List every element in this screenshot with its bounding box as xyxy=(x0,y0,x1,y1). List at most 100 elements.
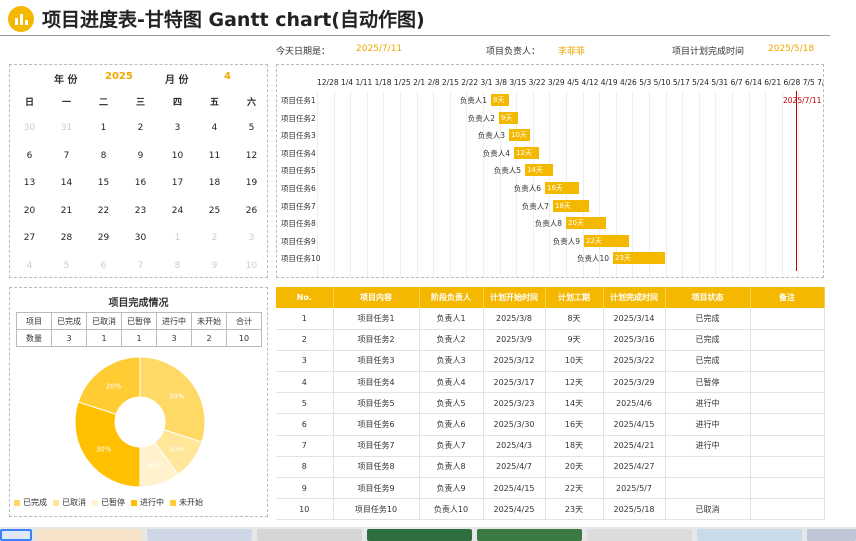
table-cell[interactable]: 7 xyxy=(276,435,334,457)
deadline-value[interactable]: 2025/5/18 xyxy=(768,44,814,54)
table-cell[interactable]: 5 xyxy=(276,392,334,415)
calendar-day[interactable]: 5 xyxy=(233,123,270,133)
table-cell[interactable]: 2025/3/12 xyxy=(483,350,546,373)
calendar-day[interactable]: 19 xyxy=(233,178,270,188)
table-cell[interactable]: 10天 xyxy=(545,350,604,373)
table-cell[interactable]: 20天 xyxy=(545,456,604,479)
table-row[interactable]: 1 项目任务1 负责人1 2025/3/8 8天 2025/3/14 已完成 xyxy=(276,308,825,330)
calendar-day[interactable]: 7 xyxy=(122,261,159,271)
calendar-day[interactable]: 24 xyxy=(159,206,196,216)
table-cell[interactable]: 负责人6 xyxy=(419,413,484,436)
owner-value[interactable]: 李菲菲 xyxy=(558,44,585,57)
sheet-thumbnail[interactable] xyxy=(0,529,32,541)
gantt-bar[interactable]: 22天 xyxy=(584,234,629,247)
table-cell[interactable]: 负责人3 xyxy=(419,350,484,373)
table-row[interactable]: 7 项目任务7 负责人7 2025/4/3 18天 2025/4/21 进行中 xyxy=(276,435,825,457)
table-cell[interactable]: 进行中 xyxy=(665,392,751,415)
calendar-day[interactable]: 12 xyxy=(233,151,270,161)
calendar-day[interactable]: 6 xyxy=(85,261,122,271)
table-header-cell[interactable]: 计划工期 xyxy=(545,287,604,308)
calendar-day[interactable]: 20 xyxy=(11,206,48,216)
gantt-bar[interactable]: 12天 xyxy=(514,146,539,159)
table-cell[interactable] xyxy=(750,392,825,415)
table-cell[interactable]: 项目任务6 xyxy=(333,413,420,436)
table-cell[interactable]: 负责人5 xyxy=(419,392,484,415)
calendar-day[interactable]: 18 xyxy=(196,178,233,188)
year-value[interactable]: 2025 xyxy=(105,71,133,82)
table-cell[interactable]: 项目任务2 xyxy=(333,329,420,351)
calendar-day[interactable]: 4 xyxy=(196,123,233,133)
table-cell[interactable] xyxy=(750,308,825,330)
table-cell[interactable]: 2025/3/29 xyxy=(603,371,666,394)
table-cell[interactable]: 项目任务1 xyxy=(333,308,420,330)
sheet-thumbnail[interactable] xyxy=(367,529,472,541)
table-cell[interactable] xyxy=(750,350,825,373)
table-cell[interactable]: 2025/4/21 xyxy=(603,435,666,457)
today-value[interactable]: 2025/7/11 xyxy=(356,44,402,54)
calendar-day[interactable]: 7 xyxy=(48,151,85,161)
gantt-bar[interactable]: 8天 xyxy=(491,94,509,106)
calendar-day[interactable]: 25 xyxy=(196,206,233,216)
calendar-day[interactable]: 3 xyxy=(233,233,270,243)
calendar-day[interactable]: 1 xyxy=(85,123,122,133)
table-cell[interactable]: 18天 xyxy=(545,435,604,457)
calendar-day[interactable]: 3 xyxy=(159,123,196,133)
table-cell[interactable]: 项目任务8 xyxy=(333,456,420,479)
table-cell[interactable]: 2025/3/30 xyxy=(483,413,546,436)
table-cell[interactable]: 2025/4/3 xyxy=(483,435,546,457)
gantt-bar[interactable]: 9天 xyxy=(499,111,518,124)
table-cell[interactable]: 23天 xyxy=(545,498,604,521)
table-row[interactable]: 6 项目任务6 负责人6 2025/3/30 16天 2025/4/15 进行中 xyxy=(276,413,825,436)
gantt-bar[interactable]: 16天 xyxy=(545,182,579,194)
calendar-day[interactable]: 11 xyxy=(196,151,233,161)
table-cell[interactable] xyxy=(750,435,825,457)
calendar-day[interactable]: 2 xyxy=(122,123,159,133)
calendar-day[interactable]: 22 xyxy=(85,206,122,216)
table-cell[interactable]: 12天 xyxy=(545,371,604,394)
table-cell[interactable]: 负责人10 xyxy=(419,498,484,521)
sheet-thumbnail[interactable] xyxy=(257,529,362,541)
table-cell[interactable]: 10 xyxy=(276,498,334,521)
table-header-cell[interactable]: 项目状态 xyxy=(665,287,751,308)
table-cell[interactable] xyxy=(750,456,825,479)
table-cell[interactable]: 2025/4/25 xyxy=(483,498,546,521)
table-header-cell[interactable]: No. xyxy=(276,287,334,308)
gantt-bar[interactable]: 23天 xyxy=(613,252,665,265)
calendar-day[interactable]: 10 xyxy=(159,151,196,161)
table-row[interactable]: 5 项目任务5 负责人5 2025/3/23 14天 2025/4/6 进行中 xyxy=(276,392,825,415)
table-cell[interactable]: 2025/3/9 xyxy=(483,329,546,351)
sheet-thumbnail[interactable] xyxy=(477,529,582,541)
table-header-cell[interactable]: 计划完成时间 xyxy=(603,287,666,308)
table-cell[interactable] xyxy=(750,498,825,521)
table-cell[interactable]: 负责人7 xyxy=(419,435,484,457)
calendar-day[interactable]: 13 xyxy=(11,178,48,188)
table-cell[interactable]: 2025/3/14 xyxy=(603,308,666,330)
calendar-day[interactable]: 9 xyxy=(196,261,233,271)
table-header-cell[interactable]: 备注 xyxy=(750,287,825,308)
table-cell[interactable]: 2025/4/15 xyxy=(603,413,666,436)
table-cell[interactable]: 2025/5/7 xyxy=(603,477,666,500)
calendar-day[interactable]: 30 xyxy=(122,233,159,243)
month-value[interactable]: 4 xyxy=(224,71,231,82)
table-cell[interactable]: 14天 xyxy=(545,392,604,415)
table-cell[interactable]: 2025/4/6 xyxy=(603,392,666,415)
gantt-bar[interactable]: 10天 xyxy=(509,129,530,142)
table-cell[interactable]: 项目任务3 xyxy=(333,350,420,373)
calendar-day[interactable]: 14 xyxy=(48,178,85,188)
table-cell[interactable]: 2 xyxy=(276,329,334,351)
table-header-cell[interactable]: 阶段负责人 xyxy=(419,287,484,308)
table-cell[interactable] xyxy=(750,413,825,436)
calendar-day[interactable]: 8 xyxy=(159,261,196,271)
table-cell[interactable]: 8天 xyxy=(545,308,604,330)
calendar-day[interactable]: 21 xyxy=(48,206,85,216)
calendar-day[interactable]: 2 xyxy=(196,233,233,243)
table-row[interactable]: 10 项目任务10 负责人10 2025/4/25 23天 2025/5/18 已取消 xyxy=(276,498,825,521)
table-cell[interactable]: 6 xyxy=(276,413,334,436)
table-row[interactable]: 4 项目任务4 负责人4 2025/3/17 12天 2025/3/29 已暂停 xyxy=(276,371,825,394)
table-cell[interactable]: 项目任务4 xyxy=(333,371,420,394)
table-cell[interactable] xyxy=(665,456,751,479)
table-cell[interactable]: 2025/3/8 xyxy=(483,308,546,330)
table-cell[interactable]: 2025/3/16 xyxy=(603,329,666,351)
table-cell[interactable]: 16天 xyxy=(545,413,604,436)
table-cell[interactable]: 进行中 xyxy=(665,413,751,436)
